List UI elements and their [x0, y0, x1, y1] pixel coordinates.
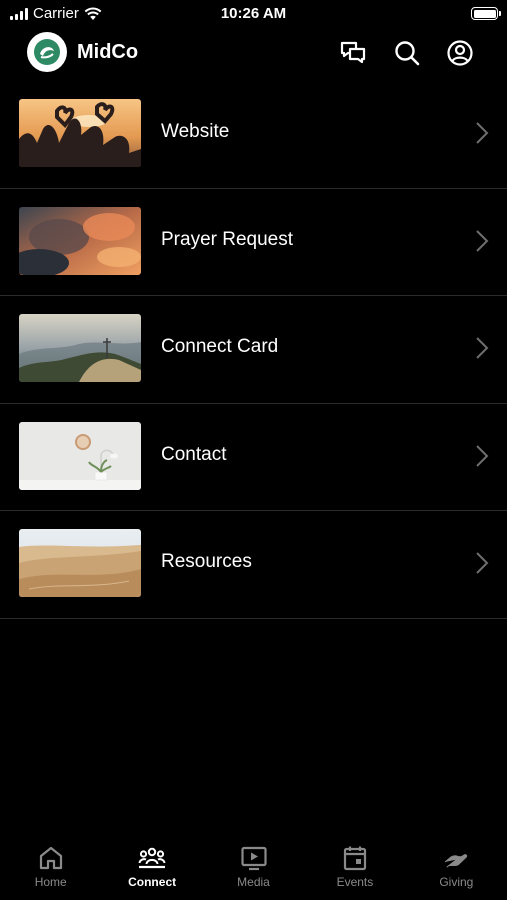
chevron-right-icon	[476, 444, 489, 467]
menu-item-label: Contact	[161, 443, 227, 465]
prayer-request-thumbnail	[19, 206, 141, 275]
connect-screen: Carrier 10:26 AM MidCo Website Prayer Re…	[0, 0, 507, 900]
media-play-icon	[240, 846, 267, 871]
chevron-right-icon	[476, 229, 489, 252]
tab-label: Giving	[439, 875, 474, 889]
tab-bar: Home Connect Media Events Giving	[0, 838, 507, 900]
chat-icon[interactable]	[339, 39, 367, 67]
app-title: MidCo	[77, 41, 139, 63]
menu-item-website[interactable]: Website	[0, 81, 507, 189]
menu-item-resources[interactable]: Resources	[0, 511, 507, 619]
logo-mark-icon	[34, 39, 60, 65]
menu-item-connect-card[interactable]: Connect Card	[0, 296, 507, 404]
giving-hand-icon	[445, 854, 468, 868]
tab-connect[interactable]: Connect	[101, 838, 202, 900]
tab-label: Connect	[128, 875, 177, 889]
menu-item-label: Website	[161, 121, 230, 142]
calendar-icon	[343, 846, 367, 871]
chevron-right-icon	[476, 122, 489, 144]
home-icon	[39, 846, 62, 870]
menu-item-label: Resources	[161, 551, 252, 572]
chevron-right-icon	[476, 337, 489, 359]
app-header: MidCo	[0, 30, 507, 76]
battery-icon	[471, 7, 501, 20]
contact-thumbnail	[19, 421, 141, 490]
website-thumbnail	[19, 99, 141, 167]
status-bar: Carrier 10:26 AM	[0, 0, 507, 28]
menu-item-prayer-request[interactable]: Prayer Request	[0, 189, 507, 296]
people-icon	[138, 847, 166, 869]
resources-thumbnail	[19, 529, 141, 597]
menu-item-contact[interactable]: Contact	[0, 404, 507, 511]
profile-icon[interactable]	[446, 39, 474, 67]
tab-giving[interactable]: Giving	[406, 838, 507, 900]
tab-media[interactable]: Media	[203, 838, 304, 900]
menu-item-label: Prayer Request	[161, 228, 294, 250]
tab-home[interactable]: Home	[0, 838, 101, 900]
menu-item-label: Connect Card	[161, 336, 279, 357]
status-time: 10:26 AM	[220, 5, 287, 22]
app-logo[interactable]	[27, 32, 67, 72]
search-icon[interactable]	[393, 39, 421, 67]
tab-label: Media	[237, 875, 270, 889]
tab-label: Events	[336, 875, 374, 889]
connect-card-thumbnail	[19, 314, 141, 382]
connect-menu-list: Website Prayer Request Connect Card Cont…	[0, 81, 507, 619]
chevron-right-icon	[476, 552, 489, 574]
tab-label: Home	[34, 875, 67, 889]
tab-events[interactable]: Events	[304, 838, 405, 900]
